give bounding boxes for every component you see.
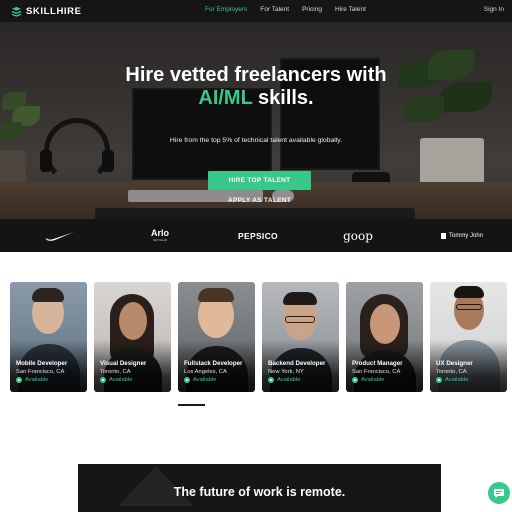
available-dot-icon <box>16 377 22 383</box>
arlo-logo-subtext: NETGEAR <box>152 238 168 242</box>
talent-card[interactable]: Mobile Developer San Francisco, CA Avail… <box>10 282 87 392</box>
availability-text: Available <box>109 377 133 383</box>
talent-location: Los Angeles, CA <box>184 369 227 375</box>
sign-in-link[interactable]: Sign In <box>484 6 504 13</box>
client-logos-strip: Arlo NETGEAR PEPSICO goop Tommy John <box>0 219 512 252</box>
talent-location: San Francisco, CA <box>16 369 65 375</box>
talent-role: Visual Designer <box>100 360 147 367</box>
chat-button[interactable] <box>488 482 510 504</box>
pepsico-logo: PEPSICO <box>238 230 278 241</box>
glasses-icon <box>456 304 482 310</box>
tommy-john-logo-text: Tommy John <box>448 232 483 239</box>
hero-section: Hire vetted freelancers with AI/ML skill… <box>0 22 512 219</box>
hero-title-line1: Hire vetted freelancers with <box>125 64 387 86</box>
availability-text: Available <box>277 377 301 383</box>
availability-text: Available <box>25 377 49 383</box>
talent-face <box>370 304 400 344</box>
talent-role: UX Designer <box>436 360 473 367</box>
talent-hair <box>32 288 64 302</box>
available-dot-icon <box>184 377 190 383</box>
arlo-logo: Arlo NETGEAR <box>145 219 175 252</box>
talent-hair <box>198 288 234 302</box>
hero-title-rest: skills. <box>252 87 314 109</box>
nav-links: For Employers For Talent Pricing Hire Ta… <box>205 6 379 13</box>
tommy-john-flag-icon <box>440 232 446 239</box>
talent-hair <box>283 292 317 305</box>
hire-top-talent-button[interactable]: HIRE TOP TALENT <box>208 171 311 190</box>
goop-logo: goop <box>343 228 373 243</box>
talent-card[interactable]: Product Manager San Francisco, CA Availa… <box>346 282 423 392</box>
availability-text: Available <box>193 377 217 383</box>
remote-work-banner: The future of work is remote. <box>78 464 441 512</box>
tommy-john-logo: Tommy John <box>432 219 492 252</box>
nav-link-for-employers[interactable]: For Employers <box>205 6 247 13</box>
hero-subtitle: Hire from the top 5% of technical talent… <box>169 137 343 144</box>
brand-name: SKILLHIRE <box>26 5 82 17</box>
nav-link-for-talent[interactable]: For Talent <box>260 6 289 13</box>
nav-link-pricing[interactable]: Pricing <box>302 6 322 13</box>
talent-card[interactable]: Backend Developer New York, NY Available <box>262 282 339 392</box>
remote-banner-title: The future of work is remote. <box>173 485 346 499</box>
availability-status: Available <box>184 377 216 383</box>
talent-role: Mobile Developer <box>16 360 68 367</box>
availability-status: Available <box>100 377 132 383</box>
nav-link-hire-talent[interactable]: Hire Talent <box>335 6 366 13</box>
talent-card[interactable]: Fullstack Developer Los Angeles, CA Avai… <box>178 282 255 392</box>
available-dot-icon <box>436 377 442 383</box>
nike-logo <box>40 219 80 252</box>
brand-logo[interactable]: SKILLHIRE <box>11 5 82 17</box>
availability-text: Available <box>361 377 385 383</box>
talent-role: Product Manager <box>352 360 403 367</box>
talent-card[interactable]: UX Designer Toronto, CA Available <box>430 282 507 392</box>
carousel-scroll-indicator[interactable] <box>178 404 205 406</box>
talent-location: San Francisco, CA <box>352 369 401 375</box>
arlo-logo-text: Arlo <box>151 228 169 238</box>
hero-title-line2: AI/ML skills. <box>0 87 512 110</box>
chat-bubble-icon <box>494 489 504 498</box>
talent-hair <box>454 286 484 298</box>
availability-status: Available <box>436 377 468 383</box>
talent-card[interactable]: Visual Designer Toronto, CA Available <box>94 282 171 392</box>
top-navbar: SKILLHIRE For Employers For Talent Prici… <box>0 0 512 22</box>
available-dot-icon <box>352 377 358 383</box>
skillhire-logo-icon <box>11 6 22 17</box>
available-dot-icon <box>268 377 274 383</box>
nike-swoosh-icon <box>45 231 74 241</box>
availability-status: Available <box>16 377 48 383</box>
talent-role: Backend Developer <box>268 360 326 367</box>
glasses-icon <box>285 316 315 323</box>
availability-status: Available <box>352 377 384 383</box>
apply-as-talent-link[interactable]: APPLY AS TALENT <box>208 197 311 207</box>
available-dot-icon <box>100 377 106 383</box>
hero-title-accent: AI/ML <box>198 87 253 109</box>
talent-location: Toronto, CA <box>436 369 467 375</box>
availability-text: Available <box>445 377 469 383</box>
talent-role: Fullstack Developer <box>184 360 243 367</box>
availability-status: Available <box>268 377 300 383</box>
talent-face <box>119 302 147 340</box>
talent-location: Toronto, CA <box>100 369 131 375</box>
talent-location: New York, NY <box>268 369 304 375</box>
